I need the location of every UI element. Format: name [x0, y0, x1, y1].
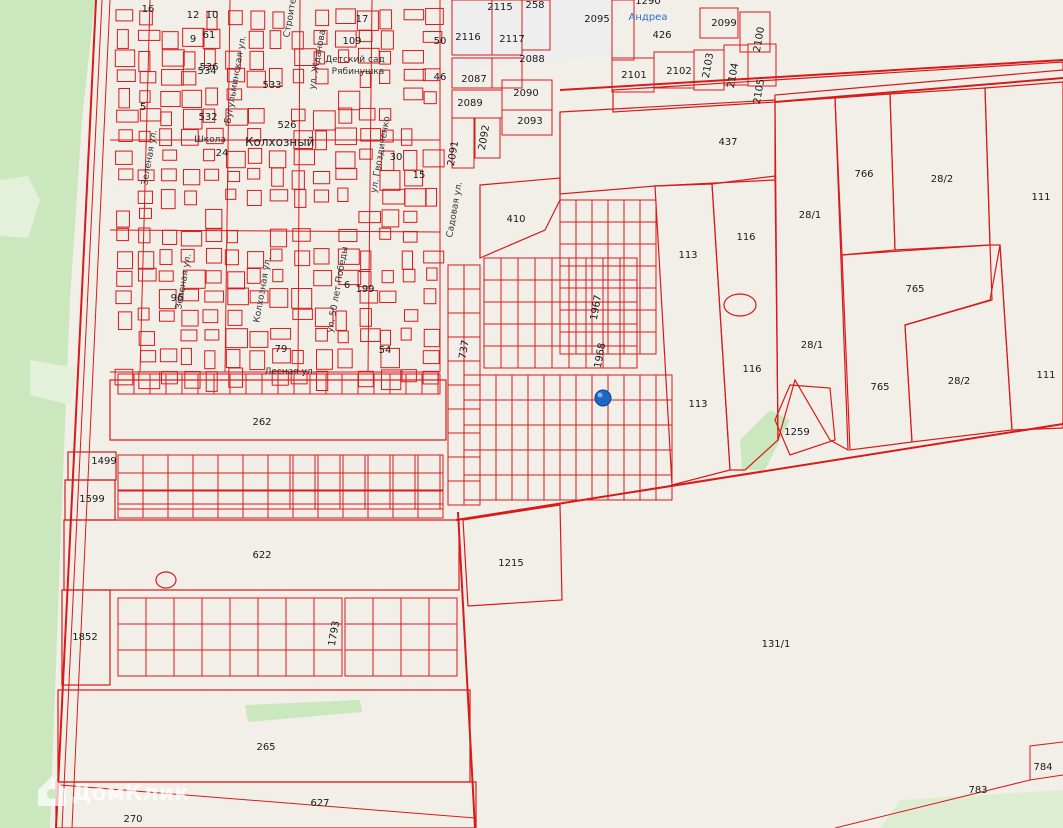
parcel-label[interactable]: 2093 — [517, 116, 542, 127]
parcel-label[interactable]: 116 — [742, 364, 761, 375]
parcel-label[interactable]: 526 — [277, 120, 296, 131]
parcel-label[interactable]: 627 — [310, 798, 329, 809]
parcel-label[interactable]: 30 — [390, 152, 403, 163]
parcel-label[interactable]: 5 — [140, 102, 146, 113]
parcel-label[interactable]: 2089 — [457, 98, 482, 109]
parcel-label[interactable]: 765 — [870, 382, 889, 393]
parcel-label[interactable]: 111 — [1036, 370, 1055, 381]
parcel-label[interactable]: 2099 — [711, 18, 736, 29]
parcel-label[interactable]: 199 — [355, 284, 374, 295]
parcel-label[interactable]: 2102 — [666, 66, 691, 77]
parcel-label[interactable]: 2088 — [519, 54, 544, 65]
parcel-label[interactable]: 426 — [652, 30, 671, 41]
parcel-label[interactable]: 50 — [434, 36, 447, 47]
parcel-label[interactable]: 437 — [718, 137, 737, 148]
cadastral-map[interactable]: 16 9 12 61 10 17 109 536 534 533 532 526 5 24 30 15 50 46… — [0, 0, 1063, 828]
parcel-label[interactable]: 111 — [1031, 192, 1050, 203]
poi-label: Детский сад — [325, 55, 384, 65]
parcel-label[interactable]: 17 — [356, 14, 369, 25]
parcel-label[interactable]: 270 — [123, 814, 142, 825]
parcel-label[interactable]: 46 — [434, 72, 447, 83]
parcel-label[interactable]: 410 — [506, 214, 525, 225]
parcel-label[interactable]: 61 — [203, 30, 216, 41]
parcel-label[interactable]: 2095 — [584, 14, 609, 25]
parcel-label[interactable]: 16 — [142, 4, 155, 15]
parcel-label[interactable]: 54 — [379, 345, 392, 356]
parcel-label[interactable]: 116 — [736, 232, 755, 243]
poi-label: Рябинушка — [332, 67, 385, 77]
parcel-label[interactable]: 262 — [252, 417, 271, 428]
parcel-label[interactable]: 532 — [198, 112, 217, 123]
parcel-label[interactable]: 784 — [1033, 762, 1052, 773]
parcel-label[interactable]: 113 — [688, 399, 707, 410]
village-name: Колхозный — [245, 135, 314, 149]
parcel-label[interactable]: 24 — [216, 148, 229, 159]
parcel-label[interactable]: 2090 — [513, 88, 538, 99]
parcel-label[interactable]: 28/1 — [799, 210, 821, 221]
parcel-label[interactable]: 622 — [252, 550, 271, 561]
parcel-label[interactable]: 28/2 — [931, 174, 953, 185]
parcel-label[interactable]: 533 — [262, 80, 281, 91]
parcel-label[interactable]: 1290 — [635, 0, 660, 7]
parcel-label[interactable]: 109 — [342, 36, 361, 47]
parcel-label[interactable]: 1852 — [72, 632, 97, 643]
parcel-label[interactable]: 2087 — [461, 74, 486, 85]
parcel-label[interactable]: 131/1 — [762, 639, 791, 650]
parcel-label[interactable]: 2115 — [487, 2, 512, 13]
parcel-label[interactable]: 1499 — [91, 456, 116, 467]
parcel-label[interactable]: 766 — [854, 169, 873, 180]
parcel-label[interactable]: 113 — [678, 250, 697, 261]
parcel-label[interactable]: 2117 — [499, 34, 524, 45]
parcel-label[interactable]: 534 — [197, 66, 216, 77]
street-label: Лесная ул. — [265, 367, 316, 377]
poi-label: Андреа — [629, 12, 668, 23]
parcel-label[interactable]: 265 — [256, 742, 275, 753]
parcel-label[interactable]: 9 — [190, 34, 196, 45]
parcel-label[interactable]: 79 — [275, 344, 288, 355]
parcel-label[interactable]: 10 — [206, 10, 219, 21]
parcel-label[interactable]: 6 — [344, 280, 350, 291]
parcel-label[interactable]: 15 — [413, 170, 426, 181]
map-canvas[interactable]: 169126110 17109536534533532526524 30155046… — [0, 0, 1063, 828]
parcel-label[interactable]: 28/1 — [801, 340, 823, 351]
parcel-label[interactable]: 1259 — [784, 427, 809, 438]
watermark-text: ДомКлик — [72, 781, 189, 806]
parcel-label[interactable]: 12 — [187, 10, 200, 21]
parcel-label[interactable]: 28/2 — [948, 376, 970, 387]
parcel-label[interactable]: 258 — [525, 0, 544, 11]
parcel-label[interactable]: 1599 — [79, 494, 104, 505]
location-marker[interactable] — [594, 389, 612, 407]
parcel-label[interactable]: 765 — [905, 284, 924, 295]
poi-label: Школа — [194, 135, 226, 145]
parcel-label[interactable]: 2116 — [455, 32, 480, 43]
parcel-label[interactable]: 1215 — [498, 558, 523, 569]
parcel-label[interactable]: 2101 — [621, 70, 646, 81]
parcel-label[interactable]: 783 — [968, 785, 987, 796]
